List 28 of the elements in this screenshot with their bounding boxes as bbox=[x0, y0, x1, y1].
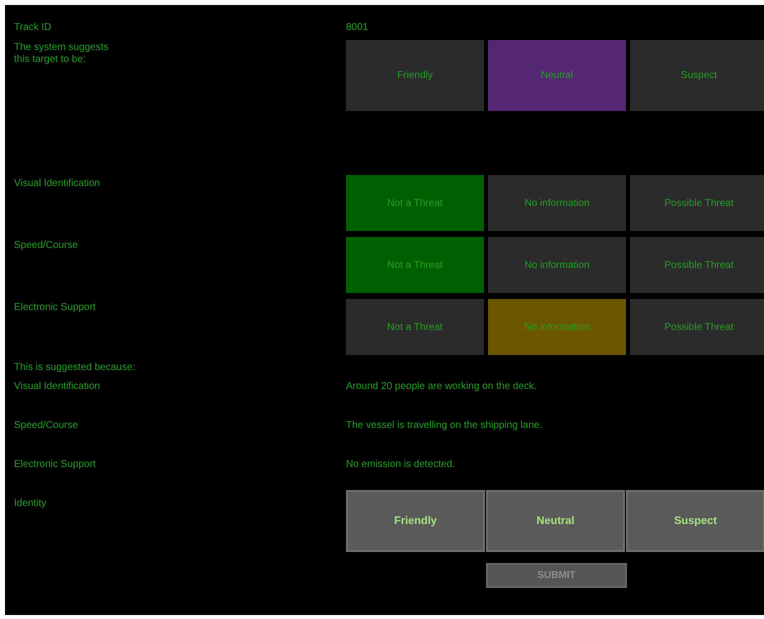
field-label: Speed/Course bbox=[13, 239, 79, 253]
field-label: Identity bbox=[13, 498, 48, 511]
option-button[interactable]: No information bbox=[488, 237, 626, 293]
field-label: Electronic Support bbox=[13, 459, 97, 472]
field-label: Electronic Support bbox=[13, 301, 97, 315]
option-button[interactable]: Not a Threat bbox=[346, 175, 484, 231]
identity-button[interactable]: Suspect bbox=[626, 490, 764, 552]
option-button[interactable]: Not a Threat bbox=[346, 299, 484, 355]
option-button[interactable]: Not a Threat bbox=[346, 237, 484, 293]
reason-text: No emission is detected. bbox=[346, 459, 456, 472]
option-button[interactable]: Friendly bbox=[346, 40, 484, 111]
section-heading: This is suggested because: bbox=[13, 362, 136, 374]
field-label: The system suggests this target to be: bbox=[13, 41, 110, 67]
field-label: Visual Identification bbox=[13, 177, 101, 191]
identity-button[interactable]: Neutral bbox=[486, 490, 625, 552]
option-button[interactable]: Possible Threat bbox=[630, 237, 764, 293]
field-label: Speed/Course bbox=[13, 420, 79, 433]
option-button[interactable]: No information bbox=[488, 175, 626, 231]
track-id-value: 8001 bbox=[346, 22, 370, 35]
field-label: Visual Identification bbox=[13, 381, 101, 394]
option-button[interactable]: Suspect bbox=[630, 40, 764, 111]
field-label: Track ID bbox=[13, 22, 52, 35]
option-button[interactable]: Possible Threat bbox=[630, 299, 764, 355]
identity-button[interactable]: Friendly bbox=[346, 490, 485, 552]
option-button[interactable]: Neutral bbox=[488, 40, 626, 111]
option-button[interactable]: Possible Threat bbox=[630, 175, 764, 231]
reason-text: The vessel is travelling on the shipping lane. bbox=[346, 420, 544, 433]
reason-text: Around 20 people are working on the deck. bbox=[346, 381, 538, 394]
